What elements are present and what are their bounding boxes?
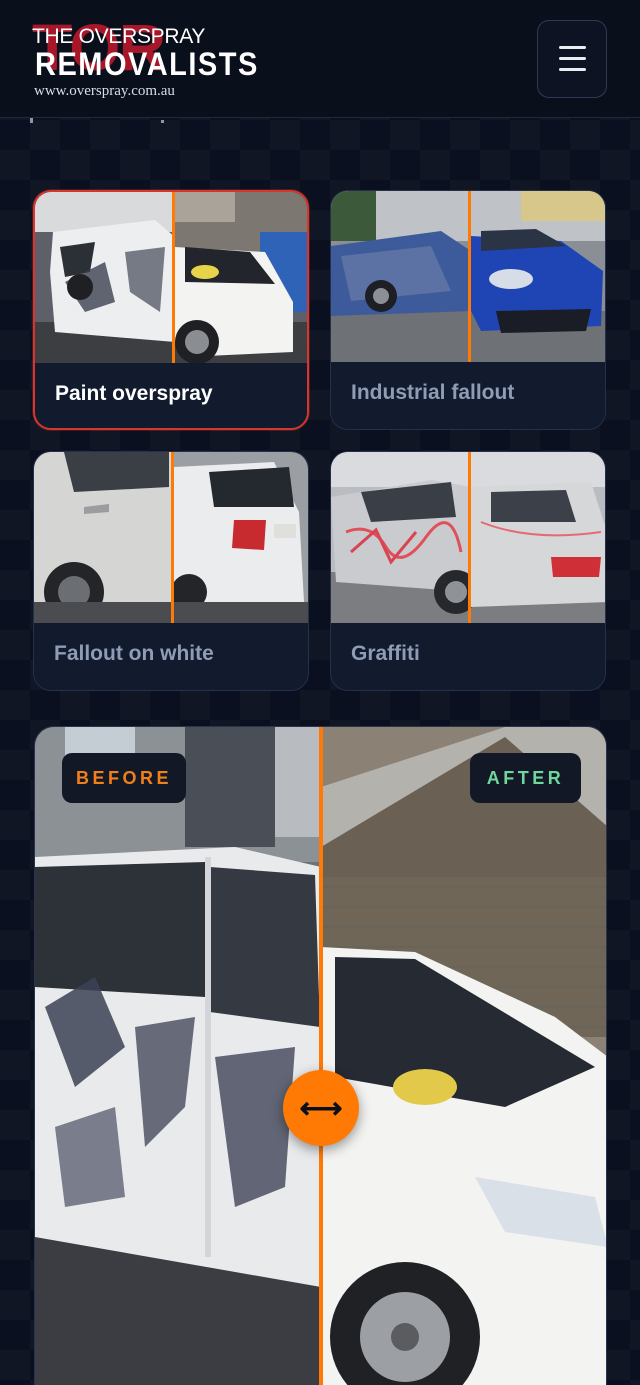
slider-drag-handle[interactable]: ⟷ [283,1070,359,1146]
card-thumbnail [34,452,308,623]
site-header: TOR THE OVERSPRAY REMOVALISTS www.oversp… [0,0,640,118]
card-label: Paint overspray [55,382,213,405]
card-label: Industrial fallout [351,381,515,404]
gallery-card-fallout-on-white[interactable]: Fallout on white [33,451,309,691]
before-after-slider[interactable]: BEFORE AFTER ⟷ [34,726,607,1385]
card-label: Fallout on white [54,642,214,665]
after-badge: AFTER [470,753,581,803]
site-logo[interactable]: TOR THE OVERSPRAY REMOVALISTS www.oversp… [32,14,257,102]
gallery-card-industrial-fallout[interactable]: Industrial fallout [330,190,606,430]
comparison-image [35,727,606,1385]
logo-line-1: THE OVERSPRAY [32,25,206,48]
logo-line-2: REMOVALISTS [35,47,259,83]
card-label: Graffiti [351,642,420,665]
card-thumbnail [331,191,605,362]
before-badge: BEFORE [62,753,186,803]
card-thumbnail [35,192,307,363]
gallery-card-graffiti[interactable]: Graffiti [330,451,606,691]
gallery-card-paint-overspray[interactable]: Paint overspray [33,190,309,430]
card-thumbnail [331,452,605,623]
left-right-arrow-icon: ⟷ [299,1091,343,1125]
logo-website: www.overspray.com.au [34,83,175,99]
hamburger-menu-icon [559,46,586,49]
hamburger-menu-button[interactable] [537,20,607,98]
